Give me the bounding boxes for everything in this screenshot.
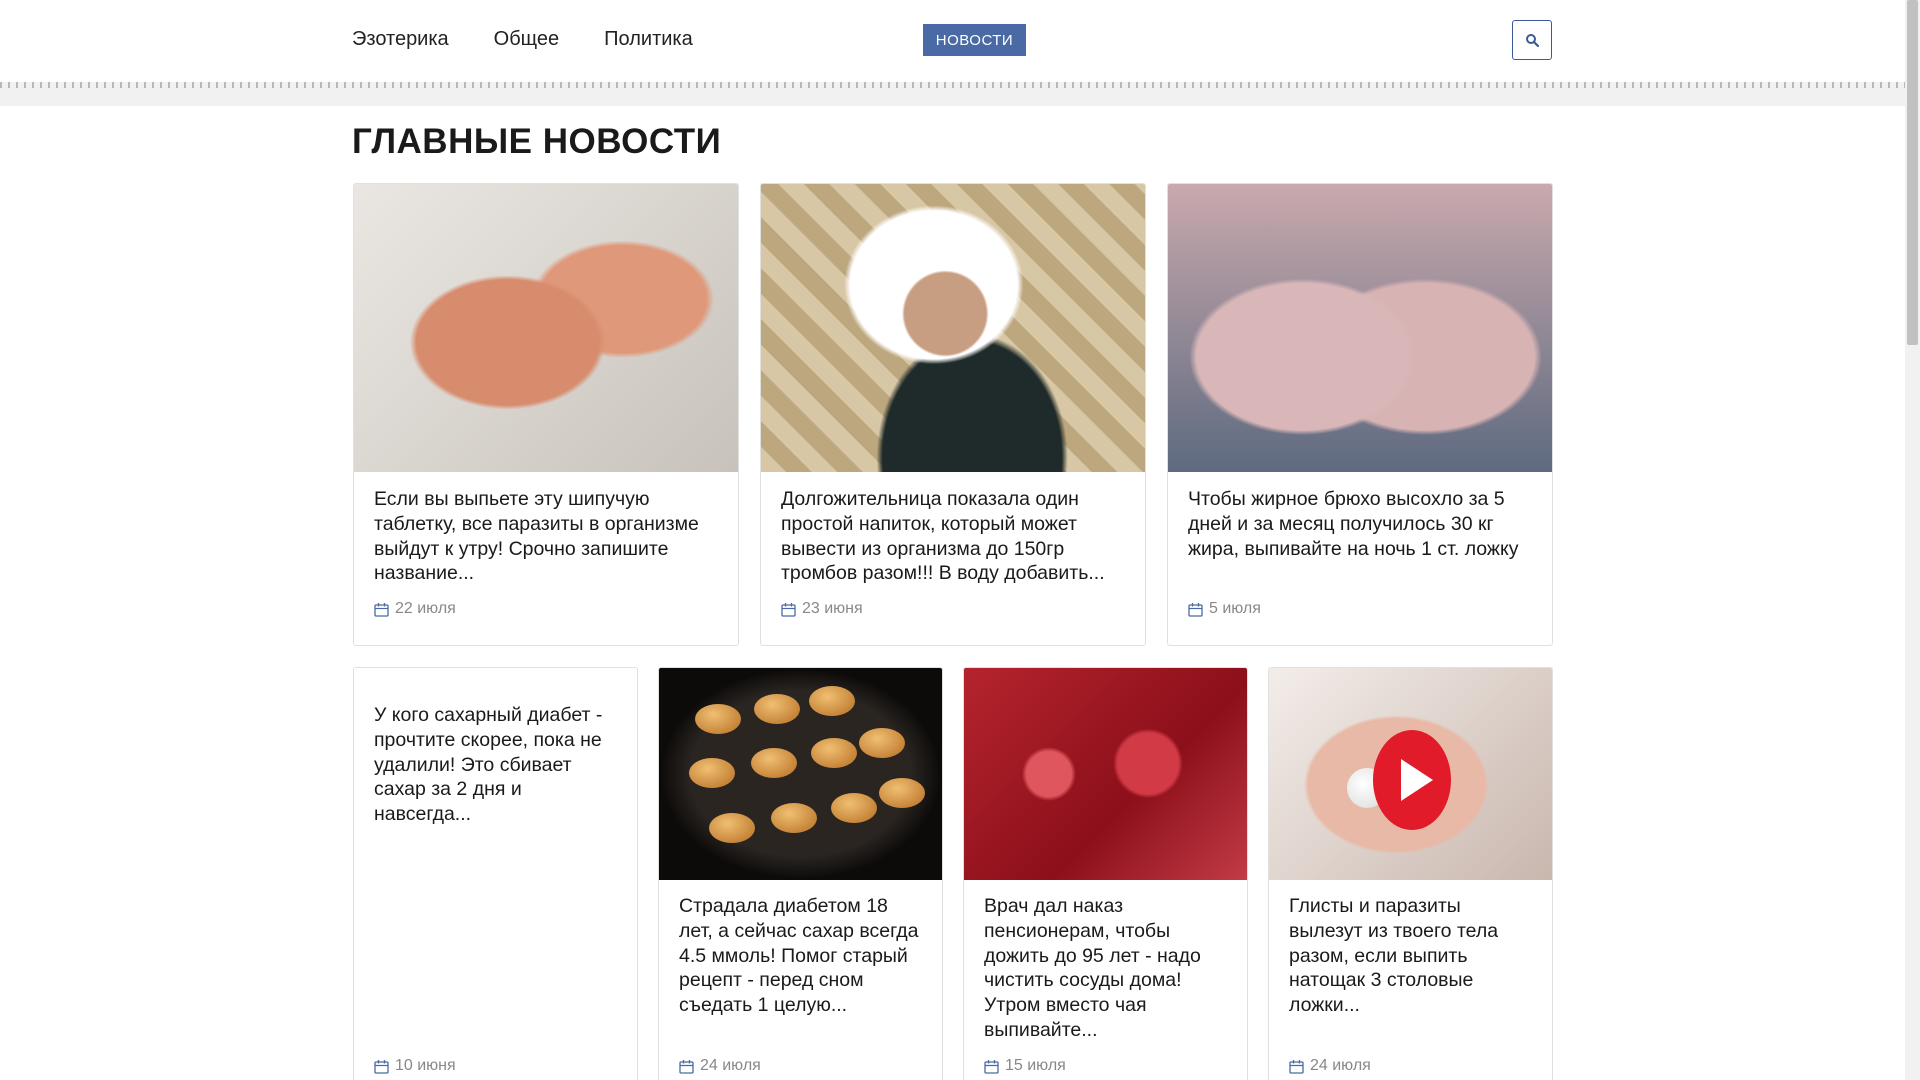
card-date: 24 июля: [1289, 1057, 1371, 1075]
site-header: Эзотерика Общее Политика НОВОСТИ: [0, 0, 1905, 106]
news-card[interactable]: Страдала диабетом 18 лет, а сейчас сахар…: [658, 667, 943, 1080]
section-title: ГЛАВНЫЕ НОВОСТИ: [352, 122, 722, 161]
calendar-icon: [781, 602, 796, 617]
nav-item-esoterics[interactable]: Эзотерика: [352, 28, 449, 51]
card-title[interactable]: Долгожительница показала один простой на…: [781, 487, 1127, 586]
card-date: 23 июня: [781, 600, 863, 618]
play-icon[interactable]: [1373, 730, 1451, 830]
card-date-text: 23 июня: [802, 600, 863, 617]
calendar-icon: [984, 1059, 999, 1074]
card-title[interactable]: У кого сахарный диабет - прочтите скорее…: [374, 703, 619, 827]
card-date: 22 июля: [374, 600, 456, 618]
news-card[interactable]: Долгожительница показала один простой на…: [760, 183, 1146, 646]
calendar-icon: [1188, 602, 1203, 617]
card-title[interactable]: Глисты и паразиты вылезут из твоего тела…: [1289, 894, 1534, 1018]
card-title[interactable]: Страдала диабетом 18 лет, а сейчас сахар…: [679, 894, 924, 1018]
card-title[interactable]: Врач дал наказ пенсионерам, чтобы дожить…: [984, 894, 1229, 1043]
news-card[interactable]: Чтобы жирное брюхо высохло за 5 дней и з…: [1167, 183, 1553, 646]
nav-item-general[interactable]: Общее: [494, 28, 560, 51]
card-image[interactable]: [964, 668, 1247, 880]
calendar-icon: [1289, 1059, 1304, 1074]
card-image[interactable]: [659, 668, 942, 880]
card-date: 10 июня: [374, 1057, 456, 1075]
card-image[interactable]: [1269, 668, 1552, 880]
card-title[interactable]: Если вы выпьете эту шипучую таблетку, вс…: [374, 487, 720, 586]
news-card[interactable]: Врач дал наказ пенсионерам, чтобы дожить…: [963, 667, 1248, 1080]
header-divider: [0, 82, 1905, 106]
nav-item-politics[interactable]: Политика: [604, 28, 693, 51]
card-date-text: 24 июля: [1310, 1057, 1371, 1074]
card-image[interactable]: [761, 184, 1145, 472]
news-card[interactable]: Глисты и паразиты вылезут из твоего тела…: [1268, 667, 1553, 1080]
card-date: 5 июля: [1188, 600, 1261, 618]
card-date: 15 июля: [984, 1057, 1066, 1075]
news-card[interactable]: У кого сахарный диабет - прочтите скорее…: [353, 667, 638, 1080]
card-image[interactable]: [1168, 184, 1552, 472]
calendar-icon: [374, 602, 389, 617]
card-date-text: 22 июля: [395, 600, 456, 617]
card-date-text: 10 июня: [395, 1057, 456, 1074]
scrollbar-thumb[interactable]: [1907, 0, 1918, 345]
search-icon: [1526, 34, 1539, 47]
card-date: 24 июля: [679, 1057, 761, 1075]
calendar-icon: [374, 1059, 389, 1074]
card-date-text: 24 июля: [700, 1057, 761, 1074]
card-date-text: 15 июля: [1005, 1057, 1066, 1074]
card-image[interactable]: [354, 184, 738, 472]
news-card[interactable]: Если вы выпьете эту шипучую таблетку, вс…: [353, 183, 739, 646]
scrollbar[interactable]: [1905, 0, 1920, 1080]
main-nav: Эзотерика Общее Политика: [352, 28, 693, 51]
card-date-text: 5 июля: [1209, 600, 1261, 617]
calendar-icon: [679, 1059, 694, 1074]
card-title[interactable]: Чтобы жирное брюхо высохло за 5 дней и з…: [1188, 487, 1534, 561]
news-button[interactable]: НОВОСТИ: [923, 24, 1026, 56]
search-button[interactable]: [1512, 20, 1552, 60]
